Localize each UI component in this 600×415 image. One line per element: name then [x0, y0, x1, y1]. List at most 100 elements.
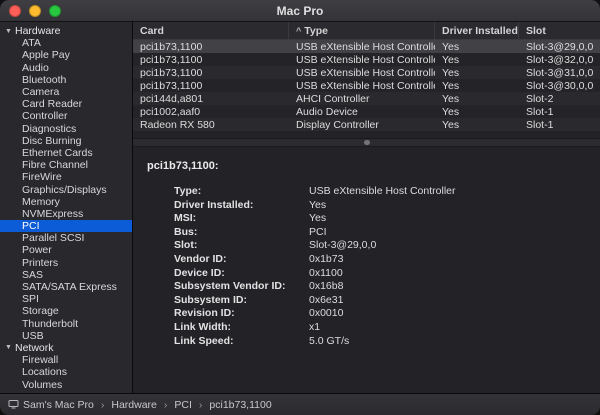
table-row[interactable]: pci1b73,1100 USB eXtensible Host Control…: [133, 40, 600, 53]
sidebar-item-power[interactable]: Power: [0, 244, 132, 256]
breadcrumb-separator-icon: ›: [101, 399, 105, 411]
sidebar-item-fibre-channel[interactable]: Fibre Channel: [0, 159, 132, 171]
sidebar-item-spi[interactable]: SPI: [0, 293, 132, 305]
sidebar-item-card-reader[interactable]: Card Reader: [0, 98, 132, 110]
sidebar-item-firewall[interactable]: Firewall: [0, 354, 132, 366]
sidebar-item-bluetooth[interactable]: Bluetooth: [0, 74, 132, 86]
column-header-slot[interactable]: Slot: [519, 22, 600, 39]
sidebar-item-label: NVMExpress: [22, 208, 83, 220]
detail-field: Subsystem Vendor ID: 0x16b8: [174, 280, 586, 294]
sidebar-item-disc-burning[interactable]: Disc Burning: [0, 135, 132, 147]
zoom-button[interactable]: [49, 5, 61, 17]
splitter-handle-icon: [364, 140, 370, 145]
cell-driver: Yes: [435, 54, 519, 66]
cell-slot: Slot-3@32,0,0: [519, 54, 600, 66]
sidebar-item-camera[interactable]: Camera: [0, 86, 132, 98]
sidebar-item-label: ATA: [22, 37, 41, 49]
sidebar-item-diagnostics[interactable]: Diagnostics: [0, 123, 132, 135]
cell-type: USB eXtensible Host Controller: [289, 54, 435, 66]
detail-field: Vendor ID: 0x1b73: [174, 253, 586, 267]
cell-card: pci144d,a801: [133, 93, 289, 105]
cell-driver: Yes: [435, 67, 519, 79]
table-row[interactable]: pci1b73,1100 USB eXtensible Host Control…: [133, 53, 600, 66]
sidebar-item-printers[interactable]: Printers: [0, 257, 132, 269]
sidebar-item-ata[interactable]: ATA: [0, 37, 132, 49]
sidebar-item-label: Thunderbolt: [22, 318, 78, 330]
cell-slot: Slot-2: [519, 93, 600, 105]
computer-icon: [7, 399, 19, 411]
cell-card: pci1b73,1100: [133, 80, 289, 92]
cell-slot: Slot-3@31,0,0: [519, 67, 600, 79]
sidebar-item-ethernet-cards[interactable]: Ethernet Cards: [0, 147, 132, 159]
sidebar-item-label: Firewall: [22, 354, 58, 366]
sidebar-item-parallel-scsi[interactable]: Parallel SCSI: [0, 232, 132, 244]
sidebar-item-controller[interactable]: Controller: [0, 110, 132, 122]
sidebar-item-audio[interactable]: Audio: [0, 62, 132, 74]
sidebar-item-nvmexpress[interactable]: NVMExpress: [0, 208, 132, 220]
sidebar-item-label: Memory: [22, 196, 60, 208]
table-row[interactable]: pci1002,aaf0 Audio Device Yes Slot-1: [133, 105, 600, 118]
breadcrumb-item[interactable]: Sam's Mac Pro: [23, 399, 94, 411]
table-row[interactable]: pci1b73,1100 USB eXtensible Host Control…: [133, 79, 600, 92]
field-label: Slot:: [174, 239, 309, 253]
column-header-driver-installed[interactable]: Driver Installed: [435, 22, 519, 39]
minimize-button[interactable]: [29, 5, 41, 17]
sidebar-item-thunderbolt[interactable]: Thunderbolt: [0, 318, 132, 330]
titlebar[interactable]: Mac Pro: [0, 0, 600, 22]
sidebar-item-label: Printers: [22, 257, 58, 269]
sidebar-item-label: USB: [22, 330, 44, 342]
sidebar-item-label: Disc Burning: [22, 135, 82, 147]
column-header-type[interactable]: ^ Type: [289, 22, 435, 39]
detail-field: Link Width: x1: [174, 321, 586, 335]
field-value: 0x0010: [309, 307, 343, 321]
sidebar-item-label: Fibre Channel: [22, 159, 88, 171]
sidebar-item-label: Controller: [22, 110, 68, 122]
field-value: PCI: [309, 226, 327, 240]
sidebar-item-volumes[interactable]: Volumes: [0, 378, 132, 390]
field-label: Type:: [174, 185, 309, 199]
cell-driver: Yes: [435, 80, 519, 92]
window-title: Mac Pro: [277, 4, 324, 18]
sidebar-item-graphics-displays[interactable]: Graphics/Displays: [0, 183, 132, 195]
table-row[interactable]: pci1b73,1100 USB eXtensible Host Control…: [133, 66, 600, 79]
table-row[interactable]: pci144d,a801 AHCI Controller Yes Slot-2: [133, 92, 600, 105]
column-header-card[interactable]: Card: [133, 22, 289, 39]
sidebar-item-firewire[interactable]: FireWire: [0, 171, 132, 183]
main-panel: Card ^ Type Driver Installed Slot: [133, 22, 600, 393]
column-header-label: Driver Installed: [442, 25, 518, 37]
sidebar-item-pci[interactable]: PCI: [0, 220, 132, 232]
field-label: Subsystem Vendor ID:: [174, 280, 309, 294]
close-button[interactable]: [9, 5, 21, 17]
sidebar-section-hardware[interactable]: ▼ Hardware: [0, 25, 132, 37]
sidebar-item-storage[interactable]: Storage: [0, 305, 132, 317]
sidebar-item-label: Volumes: [22, 379, 62, 391]
field-label: MSI:: [174, 212, 309, 226]
sidebar-section-network[interactable]: ▼ Network: [0, 342, 132, 354]
breadcrumb-separator-icon: ›: [164, 399, 168, 411]
sidebar-section-label: Network: [15, 342, 54, 354]
device-table: Card ^ Type Driver Installed Slot: [133, 22, 600, 138]
cell-driver: Yes: [435, 93, 519, 105]
sidebar-item-apple-pay[interactable]: Apple Pay: [0, 49, 132, 61]
sidebar-item-label: Audio: [22, 62, 49, 74]
sidebar-item-memory[interactable]: Memory: [0, 196, 132, 208]
table-row[interactable]: Radeon RX 580 Display Controller Yes Slo…: [133, 118, 600, 131]
breadcrumb-item[interactable]: pci1b73,1100: [209, 399, 271, 411]
status-bar: Sam's Mac Pro › Hardware › PCI › pci1b73…: [0, 393, 600, 415]
sidebar: ▼ Hardware ATA Apple Pay Audio Bluetooth…: [0, 22, 133, 393]
breadcrumb-item[interactable]: PCI: [174, 399, 192, 411]
cell-card: pci1002,aaf0: [133, 106, 289, 118]
breadcrumb-item[interactable]: Hardware: [111, 399, 157, 411]
disclosure-triangle-icon[interactable]: ▼: [5, 28, 15, 35]
sidebar-item-sata[interactable]: SATA/SATA Express: [0, 281, 132, 293]
field-label: Link Width:: [174, 321, 309, 335]
disclosure-triangle-icon[interactable]: ▼: [5, 344, 15, 351]
table-rows: pci1b73,1100 USB eXtensible Host Control…: [133, 40, 600, 131]
cell-card: Radeon RX 580: [133, 119, 289, 131]
sidebar-item-usb[interactable]: USB: [0, 330, 132, 342]
pane-splitter[interactable]: [133, 138, 600, 147]
sidebar-item-sas[interactable]: SAS: [0, 269, 132, 281]
sidebar-item-label: SAS: [22, 269, 43, 281]
field-value: Yes: [309, 199, 326, 213]
sidebar-item-locations[interactable]: Locations: [0, 366, 132, 378]
